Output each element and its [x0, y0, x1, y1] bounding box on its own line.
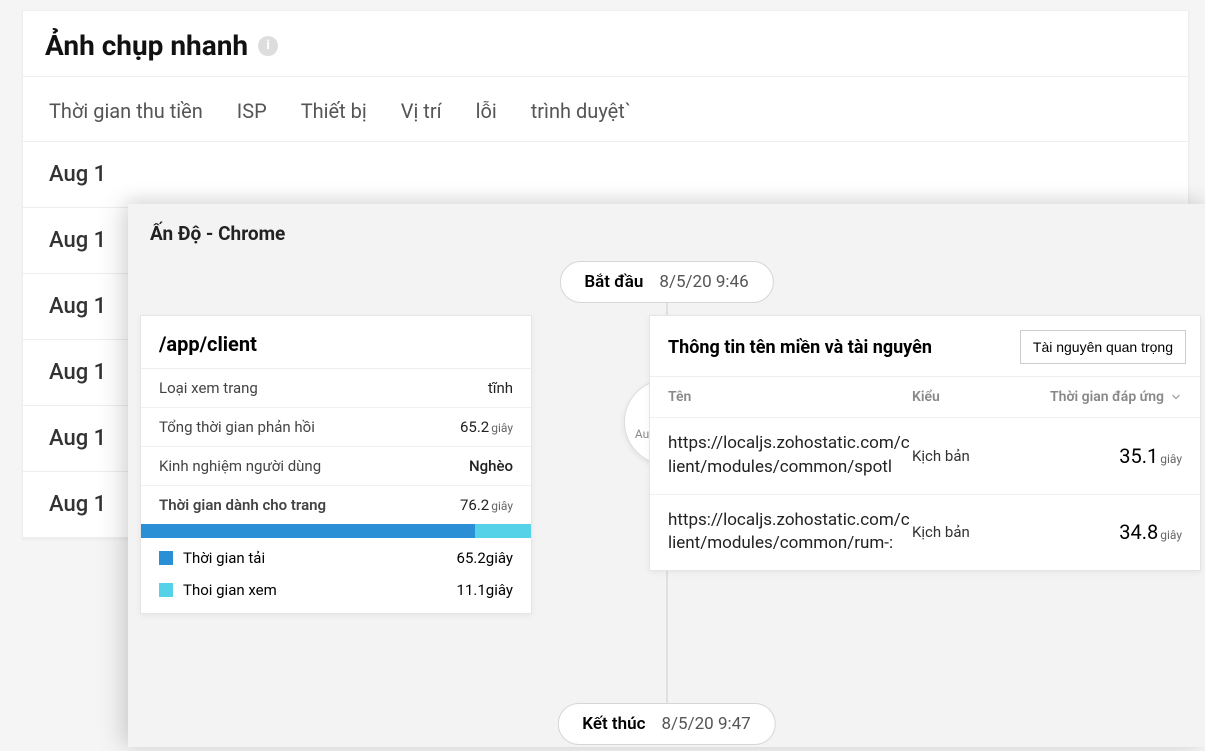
popup-header: Ấn Độ - Chrome — [128, 204, 1205, 261]
start-pill: Bắt đầu 8/5/20 9:46 — [559, 261, 773, 303]
start-label: Bắt đầu — [584, 272, 643, 292]
legend-swatch-icon — [159, 583, 173, 597]
legend-swatch-icon — [159, 551, 173, 565]
resource-kind: Kịch bản — [912, 447, 1022, 465]
page-title-row: Ảnh chụp nhanh i — [23, 11, 1188, 77]
col-response-time[interactable]: Thời gian đáp ứng — [1022, 389, 1182, 405]
legend-load: Thời gian tải 65.2giây — [141, 542, 531, 574]
col-name[interactable]: Tên — [668, 389, 912, 405]
resource-rt: 35.1giây — [1022, 444, 1182, 468]
tabs: Thời gian thu tiền ISP Thiết bị Vị trí l… — [23, 77, 1188, 142]
tab-thiet-bi[interactable]: Thiết bị — [301, 99, 367, 123]
tab-vi-tri[interactable]: Vị trí — [401, 99, 442, 123]
chevron-down-icon — [1170, 391, 1182, 403]
end-label: Kết thúc — [582, 714, 645, 734]
kv-time-on-page: Thời gian dành cho trang 76.2giây — [141, 486, 531, 524]
resource-url: https://localjs.zohostatic.com/client/mo… — [668, 509, 912, 557]
table-row[interactable]: https://localjs.zohostatic.com/client/mo… — [650, 418, 1200, 495]
info-icon[interactable]: i — [258, 36, 278, 56]
kv-user-experience: Kinh nghiệm người dùng Nghèo — [141, 447, 531, 486]
resources-header-row: Tên Kiểu Thời gian đáp ứng — [650, 377, 1200, 418]
tab-loi[interactable]: lỗi — [476, 99, 497, 123]
time-bar — [141, 524, 531, 538]
page-path: /app/client — [141, 316, 531, 369]
start-value: 8/5/20 9:46 — [659, 272, 748, 292]
resource-url: https://localjs.zohostatic.com/client/mo… — [668, 432, 912, 480]
legend-view: Thoi gian xem 11.1giây — [141, 574, 531, 613]
resource-rt: 34.8giây — [1022, 520, 1182, 544]
end-value: 8/5/20 9:47 — [661, 714, 750, 734]
page-title: Ảnh chụp nhanh — [45, 29, 248, 62]
tab-trinh-duyet[interactable]: trình duyệt` — [531, 99, 631, 123]
kv-page-view-type: Loại xem trang tĩnh — [141, 369, 531, 408]
critical-resources-button[interactable]: Tài nguyên quan trọng — [1020, 330, 1186, 364]
bar-seg-load — [141, 524, 475, 538]
col-kind[interactable]: Kiểu — [912, 389, 1022, 405]
tab-thoi-gian-thu-tien[interactable]: Thời gian thu tiền — [49, 99, 203, 123]
tab-isp[interactable]: ISP — [237, 99, 267, 123]
resources-panel: Thông tin tên miền và tài nguyên Tài ngu… — [649, 315, 1201, 571]
table-row[interactable]: https://localjs.zohostatic.com/client/mo… — [650, 495, 1200, 571]
resources-title: Thông tin tên miền và tài nguyên — [668, 337, 932, 358]
list-item[interactable]: Aug 1 — [23, 142, 1188, 208]
kv-total-response: Tổng thời gian phản hồi 65.2giây — [141, 408, 531, 447]
end-pill: Kết thúc 8/5/20 9:47 — [557, 703, 775, 745]
resource-kind: Kịch bản — [912, 523, 1022, 541]
bar-seg-view — [475, 524, 531, 538]
detail-popup: Ấn Độ - Chrome Bắt đầu 8/5/20 9:46 9:46 … — [128, 204, 1205, 747]
page-metrics-panel: /app/client Loại xem trang tĩnh Tổng thờ… — [140, 315, 532, 614]
